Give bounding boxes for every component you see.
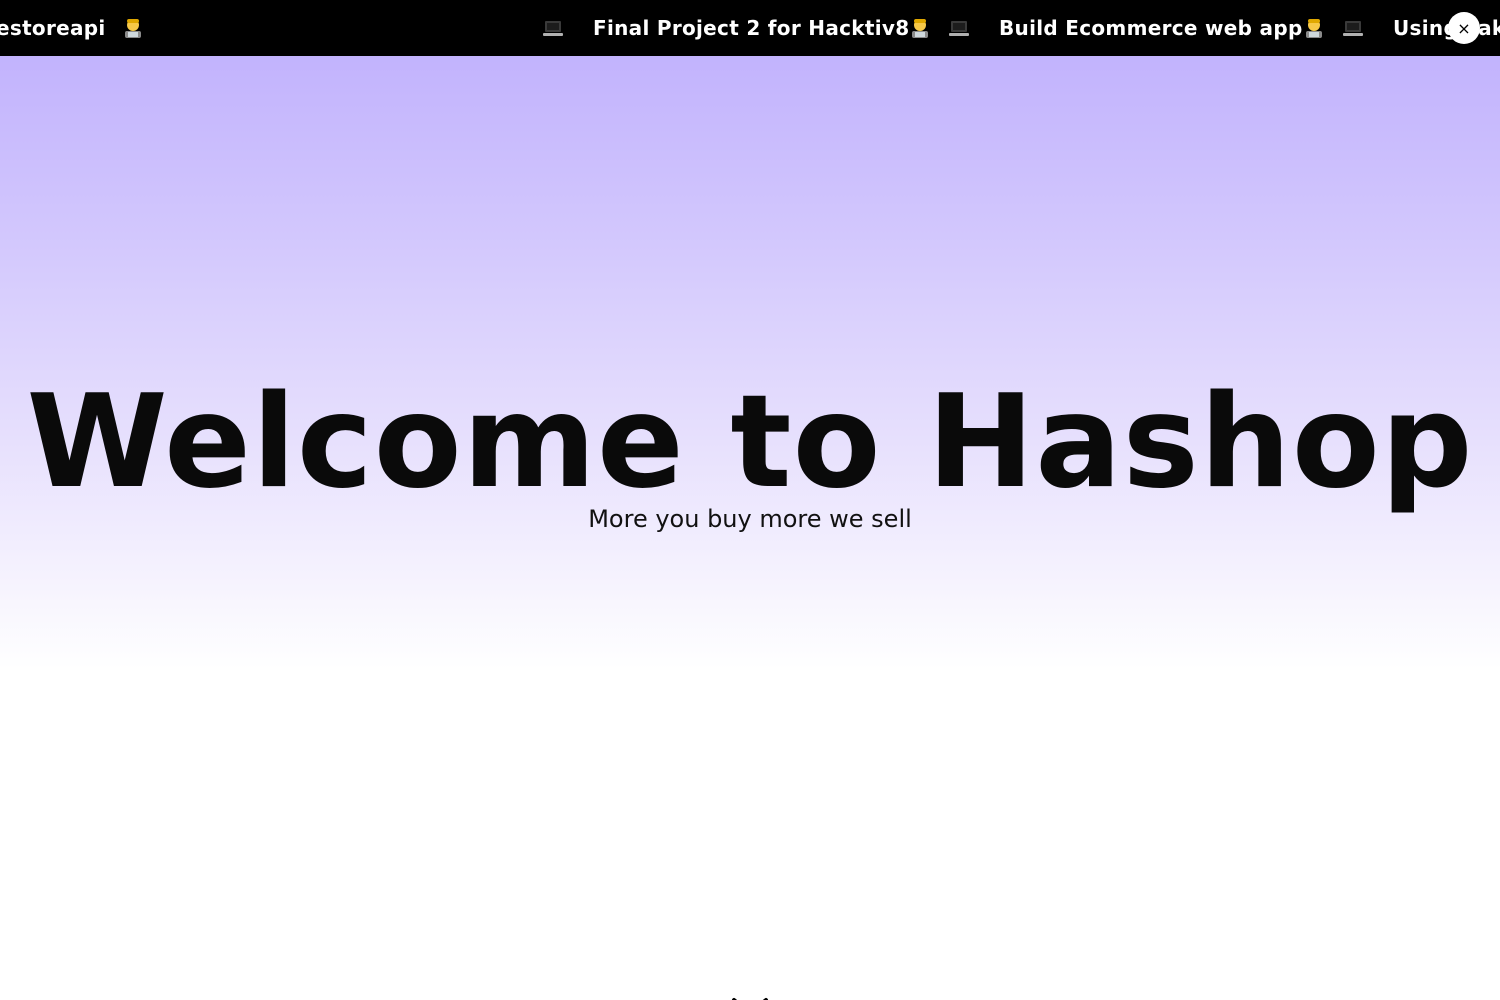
- close-icon: ×: [1457, 18, 1471, 38]
- laptop-emoji-icon: [543, 21, 563, 36]
- technologist-emoji-icon: [125, 19, 141, 38]
- marquee-item: estoreapi: [0, 0, 106, 56]
- marquee-text: estoreapi: [0, 16, 106, 40]
- marquee-text: Final Project 2 for Hacktiv8: [593, 16, 910, 40]
- scroll-down-chevron-icon[interactable]: [731, 994, 769, 1000]
- hero-title: Welcome to Hashop: [26, 368, 1474, 517]
- hero-section: Welcome to Hashop More you buy more we s…: [0, 56, 1500, 1000]
- laptop-emoji-icon: [949, 21, 969, 36]
- marquee-item: Using Fake: [1393, 0, 1500, 56]
- marquee-item: Final Project 2 for Hacktiv8: [593, 0, 909, 56]
- technologist-emoji-icon: [1306, 19, 1322, 38]
- close-marquee-button[interactable]: ×: [1448, 12, 1480, 44]
- announcement-marquee: estoreapi Final Project 2 for Hacktiv8 B…: [0, 0, 1500, 56]
- marquee-text: Build Ecommerce web app: [999, 16, 1303, 40]
- marquee-text: Using Fake: [1393, 16, 1500, 40]
- technologist-emoji-icon: [912, 19, 928, 38]
- marquee-item: Build Ecommerce web app: [999, 0, 1303, 56]
- hero-subtitle: More you buy more we sell: [588, 505, 912, 533]
- laptop-emoji-icon: [1343, 21, 1363, 36]
